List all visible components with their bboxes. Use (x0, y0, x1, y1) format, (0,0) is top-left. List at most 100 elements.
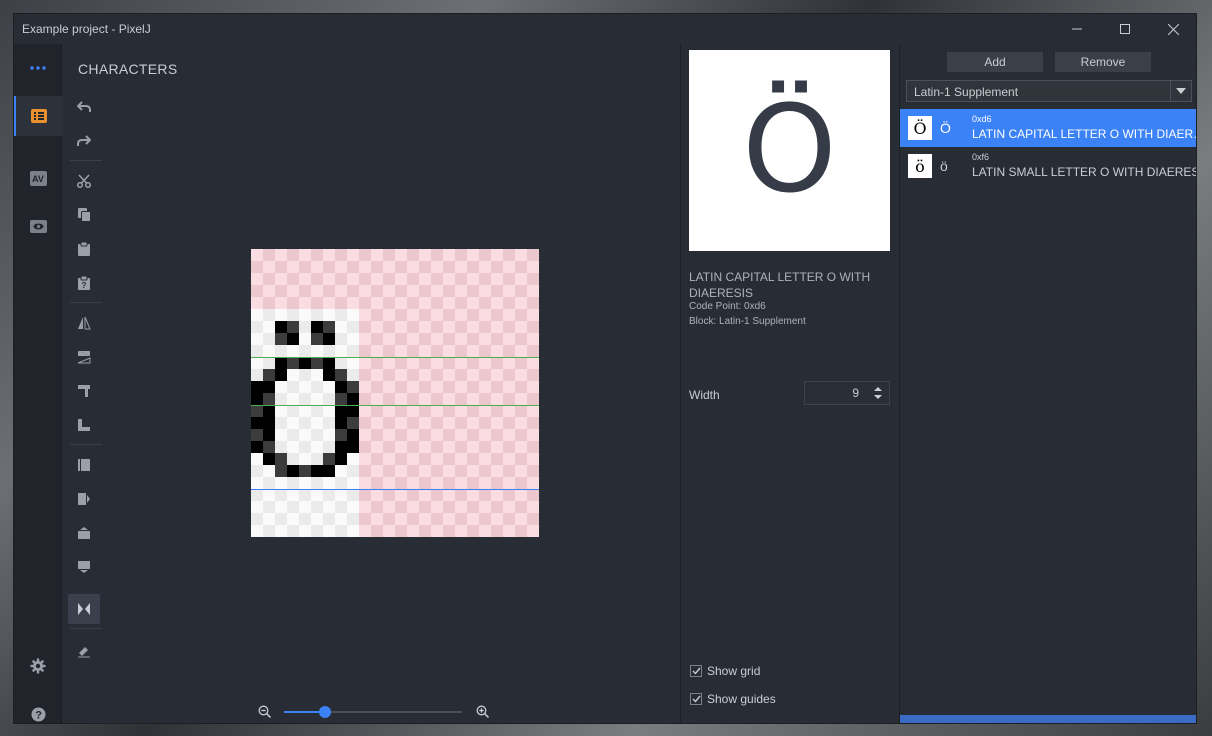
character-name-entry: LATIN CAPITAL LETTER O WITH DIAER… (972, 127, 1197, 141)
glyph-pixel (323, 333, 335, 345)
more-menu-button[interactable] (14, 48, 62, 88)
redo-button[interactable] (68, 126, 100, 156)
character-list-panel: Add Remove Latin-1 Supplement Ö Ö 0xd6 L… (899, 44, 1197, 723)
cut-button[interactable] (68, 166, 100, 196)
spin-arrows-icon[interactable] (871, 383, 885, 403)
glyph-pixel (347, 441, 359, 453)
cut-icon (77, 174, 91, 188)
glyph-pixel (335, 417, 347, 429)
panel-divider (680, 44, 681, 723)
undo-button[interactable] (68, 92, 100, 122)
settings-button[interactable] (14, 646, 62, 686)
tool-separator (70, 160, 102, 161)
minimize-button[interactable] (1054, 14, 1100, 44)
chevron-down-icon[interactable] (1170, 81, 1191, 101)
glyph-pixel (323, 465, 335, 477)
skew-icon (78, 419, 90, 431)
checkmark-icon (692, 695, 701, 703)
glyph-pixel (251, 429, 263, 441)
zoom-slider-track[interactable] (284, 706, 462, 718)
checkbox-box[interactable] (690, 693, 702, 705)
nav-preview[interactable] (14, 206, 62, 246)
zoom-out-icon[interactable] (258, 705, 272, 719)
character-name-entry: LATIN SMALL LETTER O WITH DIAERESIS (972, 165, 1197, 179)
glyph-pixel (335, 405, 347, 417)
remove-button[interactable]: Remove (1055, 52, 1151, 72)
tool-separator (70, 444, 102, 445)
glyph-pixel (323, 369, 335, 381)
kerning-icon: AV (29, 170, 47, 186)
show-grid-checkbox[interactable]: Show grid (690, 664, 760, 678)
gear-icon (30, 658, 46, 674)
shift-down-button[interactable] (68, 552, 100, 582)
rotate-button[interactable] (68, 376, 100, 406)
glyph-pixel (347, 393, 359, 405)
glyph-pixel (263, 417, 275, 429)
ellipsis-icon (30, 66, 46, 70)
unicode-block: Block: Latin-1 Supplement (689, 316, 806, 327)
flip-vertical-button[interactable] (68, 342, 100, 372)
paste-button[interactable] (68, 234, 100, 264)
shift-right-button[interactable] (68, 484, 100, 514)
shift-up-button[interactable] (68, 518, 100, 548)
glyph-pixel (323, 453, 335, 465)
pixel-editor-canvas[interactable] (251, 249, 539, 537)
close-button[interactable] (1150, 14, 1196, 44)
width-label: Width (689, 388, 720, 402)
preview-glyph: Ö (742, 80, 837, 220)
svg-text:?: ? (35, 709, 42, 721)
glyph-pixel (287, 321, 299, 333)
rotate-icon (78, 385, 90, 397)
width-spinbox[interactable]: 9 (804, 381, 890, 405)
help-icon: ? (31, 707, 45, 721)
maximize-button[interactable] (1102, 14, 1148, 44)
symmetry-button[interactable] (68, 594, 100, 624)
title-bar: Example project - PixelJ (14, 14, 1196, 44)
nav-kerning[interactable]: AV (14, 158, 62, 198)
skew-button[interactable] (68, 410, 100, 440)
show-guides-checkbox[interactable]: Show guides (690, 692, 776, 706)
copy-button[interactable] (68, 200, 100, 230)
code-point: Code Point: 0xd6 (689, 301, 766, 312)
glyph-pixel (251, 417, 263, 429)
unicode-block-select[interactable]: Latin-1 Supplement (906, 80, 1192, 102)
checkbox-box[interactable] (690, 665, 702, 677)
checkmark-icon (692, 667, 701, 675)
zoom-slider-handle[interactable] (318, 706, 331, 718)
zoom-control (254, 702, 494, 722)
section-heading: CHARACTERS (78, 61, 178, 77)
undo-icon (77, 101, 91, 112)
help-button[interactable]: ? (14, 694, 62, 723)
shift-left-button[interactable] (68, 450, 100, 480)
character-list-item[interactable]: Ö Ö 0xd6 LATIN CAPITAL LETTER O WITH DIA… (900, 109, 1197, 147)
character-thumbnail: Ö (908, 116, 932, 140)
nav-characters[interactable] (14, 96, 62, 136)
glyph-pixel (335, 393, 347, 405)
paste-special-button[interactable]: ? (68, 268, 100, 298)
zoom-in-icon[interactable] (476, 705, 490, 719)
paste-icon (78, 242, 90, 256)
character-code: 0xd6 (972, 114, 992, 124)
glyph-pixel (263, 453, 275, 465)
glyph-pixel (287, 465, 299, 477)
show-guides-label: Show guides (707, 692, 776, 706)
character-name: LATIN CAPITAL LETTER O WITH DIAERESIS (689, 270, 871, 300)
glyph-pixel (251, 441, 263, 453)
glyph-pixel (299, 465, 311, 477)
glyph-pixel (299, 357, 311, 369)
shift-down-icon (78, 561, 90, 573)
glyph-pixel (323, 321, 335, 333)
glyph-pixel (347, 381, 359, 393)
character-list-item[interactable]: ö ö 0xf6 LATIN SMALL LETTER O WITH DIAER… (900, 147, 1197, 185)
glyph-pixel (263, 381, 275, 393)
eraser-button[interactable] (68, 636, 100, 666)
add-button[interactable]: Add (947, 52, 1043, 72)
glyph-pixel (275, 465, 287, 477)
glyph-pixel (335, 381, 347, 393)
glyph-pixel (287, 333, 299, 345)
flip-horizontal-button[interactable] (68, 308, 100, 338)
characters-icon (31, 109, 47, 123)
eraser-icon (78, 647, 90, 658)
glyph-pixel (311, 465, 323, 477)
glyph-pixel (275, 321, 287, 333)
